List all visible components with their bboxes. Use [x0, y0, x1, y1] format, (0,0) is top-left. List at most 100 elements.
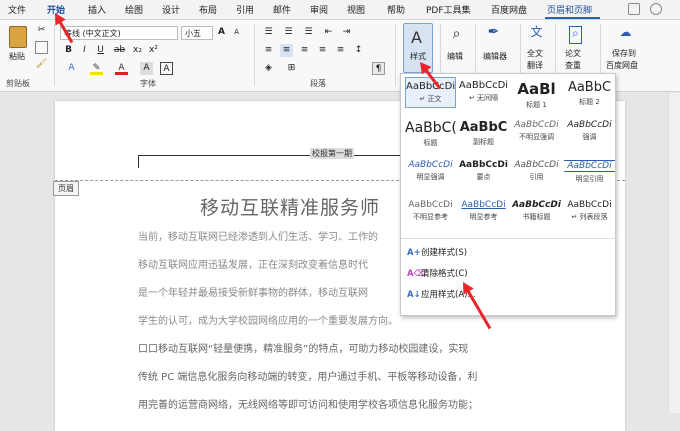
- document-title[interactable]: 移动互联精准服务师: [200, 193, 380, 220]
- style-gallery-item[interactable]: AaBbCcDi 强调: [564, 117, 615, 148]
- show-marks-icon[interactable]: ¶: [372, 62, 385, 75]
- menu-mailings[interactable]: 邮件: [273, 3, 291, 16]
- translate-sub-label[interactable]: 翻译: [527, 60, 543, 71]
- text-effects-icon[interactable]: A: [65, 62, 78, 75]
- style-gallery-item[interactable]: AaBbC(标题: [405, 117, 456, 148]
- menu-pdf-tools[interactable]: PDF工具集: [426, 3, 471, 16]
- style-gallery-item[interactable]: AaBbCcDi 明显引用: [564, 157, 615, 188]
- increase-indent-icon[interactable]: ⇥: [340, 26, 353, 39]
- multilevel-list-icon[interactable]: ☰: [302, 26, 315, 39]
- borders-icon[interactable]: ⊞: [285, 62, 298, 75]
- justify-icon[interactable]: ≡: [316, 44, 329, 57]
- style-gallery-item[interactable]: AaBbCcDi 不明显强调: [511, 117, 562, 148]
- style-gallery-item[interactable]: AaBbCcDi 引用: [511, 157, 562, 188]
- bullets-icon[interactable]: ☰: [262, 26, 275, 39]
- paragraph-line[interactable]: 用完善的运营商网络，无线网络等即可访问和使用学校各项信息化服务功能；: [138, 396, 478, 411]
- align-center-icon[interactable]: ≡: [280, 44, 293, 57]
- font-name-box[interactable]: 等线 (中文正文): [60, 26, 178, 40]
- editing-label[interactable]: 编辑: [447, 51, 463, 62]
- comment-icon[interactable]: [628, 3, 640, 15]
- style-gallery-item[interactable]: AaBbCcDi 明显强调: [405, 157, 456, 188]
- cut-icon[interactable]: ✂: [35, 24, 48, 37]
- char-border-icon[interactable]: A: [160, 62, 173, 75]
- style-gallery-item[interactable]: AaBbCcDi ↵ 列表段落: [564, 197, 615, 228]
- menu-references[interactable]: 引用: [236, 3, 254, 16]
- line-spacing-icon[interactable]: ↕: [352, 44, 365, 57]
- menu-draw[interactable]: 绘图: [125, 3, 143, 16]
- copy-icon[interactable]: [35, 41, 48, 54]
- style-sample: AaBbCcDi: [406, 81, 456, 92]
- style-gallery-item[interactable]: AaBbC 标题 2: [564, 77, 615, 108]
- menu-review[interactable]: 审阅: [310, 3, 328, 16]
- menu-baidu-netdisk[interactable]: 百度网盘: [491, 3, 527, 16]
- paste-icon[interactable]: [9, 26, 27, 48]
- menu-view[interactable]: 视图: [347, 3, 365, 16]
- create-style-icon: A+: [407, 248, 421, 258]
- underline-icon[interactable]: U: [94, 44, 107, 57]
- clipboard-group-label: 剪贴板: [6, 79, 30, 88]
- style-gallery-item[interactable]: AaBbC 副标题: [458, 117, 509, 148]
- dictate-label[interactable]: 编辑器: [483, 51, 507, 62]
- style-gallery-item[interactable]: AaBl 标题 1: [511, 77, 562, 108]
- font-size-box[interactable]: 小五: [181, 26, 213, 40]
- style-sample: AaBbCcDi: [567, 200, 612, 210]
- clear-formatting-command[interactable]: A⌫清除格式(C): [407, 267, 468, 279]
- style-sample: AaBbCcDi: [461, 200, 506, 210]
- strikethrough-icon[interactable]: ab: [113, 44, 126, 57]
- cloud-save-icon[interactable]: ☁: [619, 26, 632, 44]
- plagiarism-check-icon[interactable]: ⌕: [569, 26, 582, 44]
- align-left-icon[interactable]: ≡: [262, 44, 275, 57]
- menu-header-footer[interactable]: 页眉和页脚: [547, 3, 592, 16]
- char-shading-icon[interactable]: A: [140, 62, 153, 75]
- style-gallery-item[interactable]: AaBbCcDi 不明显参考: [405, 197, 456, 228]
- style-gallery-item[interactable]: AaBbCcDi 要点: [458, 157, 509, 188]
- translate-label[interactable]: 全文: [527, 48, 543, 59]
- shading-icon[interactable]: ◈: [262, 62, 275, 75]
- vertical-scrollbar[interactable]: [668, 93, 680, 413]
- numbering-icon[interactable]: ☰: [282, 26, 295, 39]
- paste-label[interactable]: 粘贴: [9, 51, 25, 62]
- font-color-icon[interactable]: A: [115, 62, 128, 75]
- paragraph-line[interactable]: 移动互联网应用迅猛发展，正在深刻改变着信息时代: [138, 256, 368, 271]
- paragraph-line[interactable]: 口口移动互联网“轻量便携，精准服务”的特点，可助力移动校园建设，实现: [138, 340, 468, 355]
- paragraph-line[interactable]: 学生的认可，成为大学校园网络应用的一个重要发展方向。: [138, 312, 398, 327]
- menu-layout[interactable]: 布局: [199, 3, 217, 16]
- check-label[interactable]: 论文: [565, 48, 581, 59]
- check-sub-label[interactable]: 查重: [565, 60, 581, 71]
- find-icon[interactable]: ⌕: [450, 27, 463, 46]
- paragraph-line[interactable]: 是一个年轻并最易接受新鲜事物的群体，移动互联网: [138, 284, 368, 299]
- save-sub-label[interactable]: 百度网盘: [606, 60, 638, 71]
- style-name: 明显强调: [416, 173, 445, 181]
- paragraph-line[interactable]: 传统 PC 端信息化服务向移动端的转变，用户通过手机、平板等移动设备，利: [138, 368, 477, 383]
- superscript-icon[interactable]: x²: [147, 44, 160, 57]
- distributed-icon[interactable]: ≡: [334, 44, 347, 57]
- style-name: 标题: [423, 139, 438, 147]
- translate-icon[interactable]: 文: [530, 26, 543, 44]
- save-label[interactable]: 保存到: [612, 48, 636, 59]
- decrease-indent-icon[interactable]: ⇤: [322, 26, 335, 39]
- header-text[interactable]: 校报第一期: [310, 148, 354, 159]
- menu-design[interactable]: 设计: [162, 3, 180, 16]
- style-gallery-item[interactable]: AaBbCcDi 书籍标题: [511, 197, 562, 228]
- share-icon[interactable]: [650, 3, 662, 15]
- subscript-icon[interactable]: x₂: [131, 44, 144, 57]
- styles-icon[interactable]: A: [410, 28, 423, 48]
- style-gallery-item[interactable]: AaBbCcDi ↵ 无间隔: [458, 77, 509, 108]
- menu-file[interactable]: 文件: [8, 3, 26, 16]
- bold-icon[interactable]: B: [62, 44, 75, 57]
- create-style-command[interactable]: A+创建样式(S): [407, 246, 467, 258]
- apply-style-icon: A↓: [407, 290, 421, 300]
- menu-help[interactable]: 帮助: [387, 3, 405, 16]
- style-gallery-item[interactable]: AaBbCcDi ↵ 正文: [405, 77, 456, 108]
- style-sample: AaBbCcDi: [514, 160, 559, 170]
- font-shrink-icon[interactable]: A: [230, 26, 243, 39]
- format-painter-icon[interactable]: 🖌: [35, 58, 48, 71]
- menu-insert[interactable]: 插入: [88, 3, 106, 16]
- style-gallery-item[interactable]: AaBbCcDi 明显参考: [458, 197, 509, 228]
- font-grow-icon[interactable]: A: [215, 26, 228, 39]
- italic-icon[interactable]: I: [78, 44, 91, 57]
- align-right-icon[interactable]: ≡: [298, 44, 311, 57]
- editor-icon[interactable]: ✒: [487, 25, 500, 44]
- paragraph-line[interactable]: 当前，移动互联网已经渗透到人们生活、学习、工作的: [138, 228, 378, 243]
- highlight-icon[interactable]: ✎: [90, 62, 103, 75]
